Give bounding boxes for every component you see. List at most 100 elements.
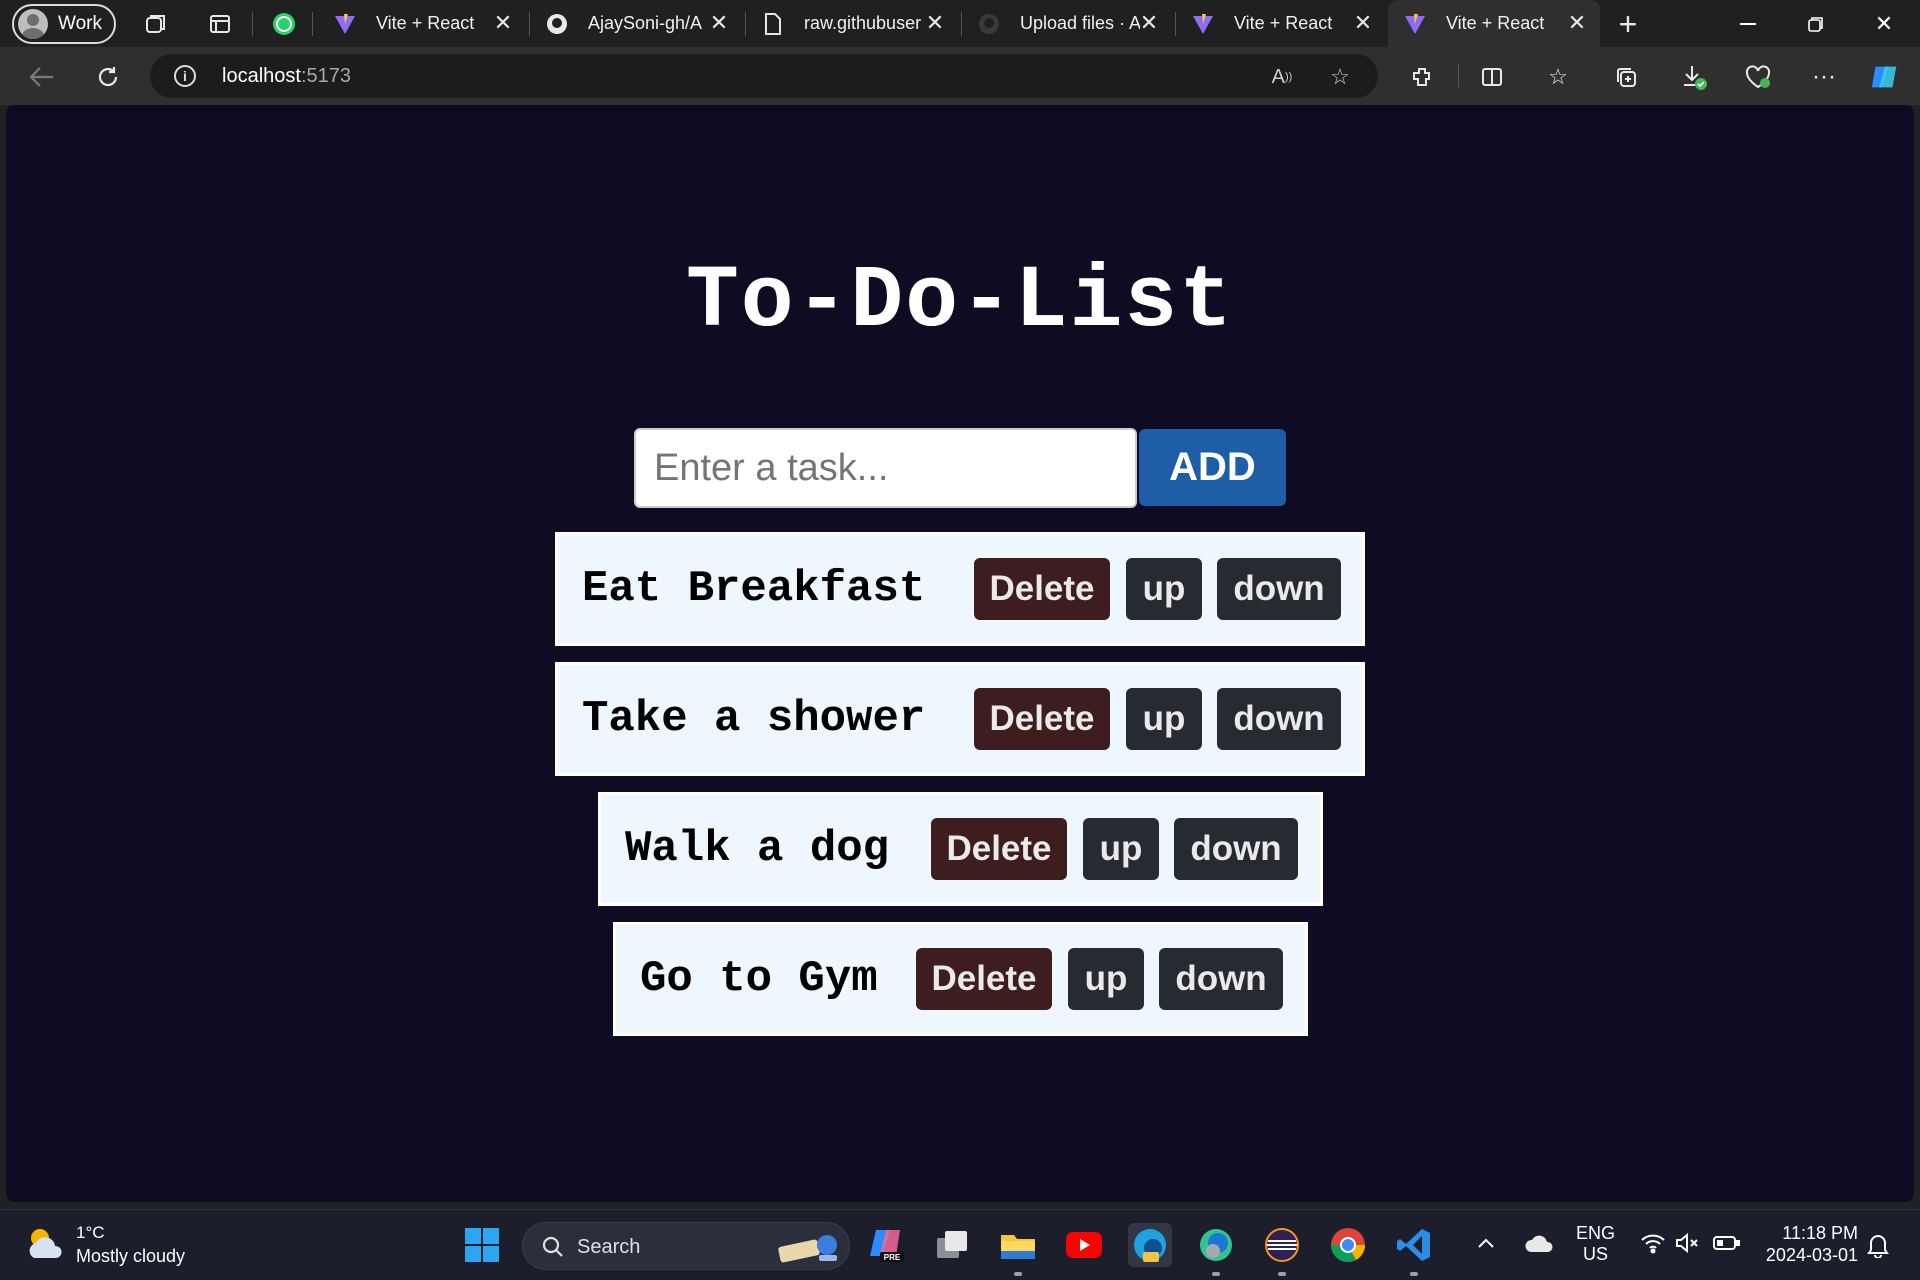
close-icon[interactable]: ✕ (924, 12, 946, 34)
region-code: US (1583, 1244, 1609, 1264)
vite-icon (1402, 11, 1428, 37)
task-text: Take a shower (582, 694, 926, 744)
windows-taskbar: 1°C Mostly cloudy Search PRE ENG US 11:1… (0, 1209, 1920, 1280)
tab-title: Upload files · A (1020, 13, 1140, 33)
restore-icon[interactable] (1784, 0, 1848, 47)
clock[interactable]: 11:18 PM 2024-03-01 (1758, 1222, 1858, 1266)
start-button[interactable] (460, 1223, 504, 1267)
tab-1[interactable]: Vite + React ✕ (318, 0, 526, 47)
favorites-icon[interactable]: ☆ (1542, 61, 1574, 93)
profile-button[interactable]: Work (12, 4, 116, 44)
browser-tab-strip: Work Vite + React ✕ AjaySoni-gh/A ✕ raw.… (0, 0, 1920, 47)
youtube-icon[interactable] (1062, 1223, 1106, 1267)
read-aloud-icon[interactable]: A)) (1268, 63, 1296, 91)
url-port: :5173 (300, 65, 351, 87)
task-item: Eat Breakfast Delete up down (555, 532, 1365, 646)
task-text: Go to Gym (640, 954, 878, 1004)
delete-button[interactable]: Delete (974, 558, 1110, 620)
search-label: Search (577, 1236, 641, 1258)
edge-dev-icon[interactable] (1128, 1223, 1172, 1267)
profile-label: Work (58, 13, 102, 34)
notifications-bell-icon[interactable] (1866, 1232, 1890, 1263)
refresh-icon[interactable] (90, 59, 126, 95)
taskbar-search[interactable]: Search (522, 1222, 850, 1270)
close-icon[interactable]: ✕ (492, 12, 514, 34)
search-icon (541, 1235, 565, 1265)
clock-time: 11:18 PM (1782, 1223, 1858, 1243)
split-screen-icon[interactable] (1476, 61, 1508, 93)
close-icon[interactable]: ✕ (1566, 12, 1588, 34)
close-icon[interactable]: ✕ (708, 12, 730, 34)
clock-date: 2024-03-01 (1765, 1245, 1858, 1265)
browser-toolbar: i localhost:5173 A)) ☆ ☆ ··· (0, 47, 1920, 105)
battery-icon[interactable] (1712, 1234, 1740, 1257)
tab-title: AjaySoni-gh/A (588, 13, 703, 33)
weather-temperature: 1°C (76, 1223, 105, 1242)
vite-icon (1190, 11, 1216, 37)
task-item: Walk a dog Delete up down (598, 792, 1323, 906)
task-input[interactable] (634, 428, 1137, 508)
task-item: Take a shower Delete up down (555, 662, 1365, 776)
browser-essentials-icon[interactable] (1742, 61, 1774, 93)
tab-6-active[interactable]: Vite + React ✕ (1388, 0, 1600, 47)
tab-4[interactable]: Upload files · A ✕ (962, 0, 1172, 47)
delete-button[interactable]: Delete (931, 818, 1067, 880)
move-down-button[interactable]: down (1159, 948, 1283, 1010)
move-down-button[interactable]: down (1174, 818, 1298, 880)
whatsapp-icon[interactable] (268, 8, 300, 40)
volume-muted-icon[interactable] (1674, 1232, 1700, 1259)
document-icon (760, 11, 786, 37)
site-info-icon[interactable]: i (174, 65, 196, 87)
task-view-icon[interactable] (930, 1223, 974, 1267)
wifi-icon[interactable] (1640, 1232, 1666, 1259)
page-title: To-Do-List (685, 253, 1235, 352)
delete-button[interactable]: Delete (974, 688, 1110, 750)
vite-icon (332, 11, 358, 37)
extensions-icon[interactable] (1406, 61, 1438, 93)
weather-condition: Mostly cloudy (76, 1246, 186, 1266)
close-icon[interactable]: ✕ (1138, 12, 1160, 34)
move-up-button[interactable]: up (1126, 688, 1202, 750)
move-up-button[interactable]: up (1068, 948, 1144, 1010)
more-options-icon[interactable]: ··· (1808, 61, 1840, 93)
task-text: Eat Breakfast (582, 564, 926, 614)
workspaces-icon[interactable] (140, 8, 172, 40)
copilot-pre-icon[interactable]: PRE (865, 1223, 909, 1267)
avatar-icon (18, 9, 48, 39)
tab-3[interactable]: raw.githubuser ✕ (746, 0, 958, 47)
favorite-star-icon[interactable]: ☆ (1326, 63, 1354, 91)
downloads-icon[interactable] (1678, 61, 1710, 93)
onedrive-cloud-icon[interactable] (1524, 1234, 1554, 1259)
address-bar[interactable]: i localhost:5173 A)) ☆ (150, 54, 1378, 98)
new-tab-icon[interactable]: + (1612, 6, 1644, 42)
delete-button[interactable]: Delete (916, 948, 1052, 1010)
eclipse-icon[interactable] (1260, 1223, 1304, 1276)
language-code: ENG (1576, 1223, 1616, 1243)
close-window-icon[interactable]: ✕ (1852, 0, 1916, 47)
tab-actions-icon[interactable] (204, 8, 236, 40)
chrome-icon[interactable] (1326, 1223, 1370, 1267)
tab-2[interactable]: AjaySoni-gh/A ✕ (530, 0, 742, 47)
move-down-button[interactable]: down (1217, 688, 1341, 750)
tab-5[interactable]: Vite + React ✕ (1176, 0, 1386, 47)
show-hidden-icons-chevron-icon[interactable] (1476, 1234, 1496, 1255)
edge-icon[interactable] (1194, 1223, 1238, 1276)
task-text: Walk a dog (625, 824, 890, 874)
move-up-button[interactable]: up (1083, 818, 1159, 880)
language-indicator[interactable]: ENG US (1576, 1223, 1615, 1265)
move-down-button[interactable]: down (1217, 558, 1341, 620)
close-icon[interactable]: ✕ (1352, 12, 1374, 34)
add-task-button[interactable]: ADD (1139, 429, 1286, 506)
back-icon[interactable] (24, 59, 60, 95)
vscode-icon[interactable] (1392, 1223, 1436, 1276)
file-explorer-icon[interactable] (996, 1223, 1040, 1276)
copilot-icon[interactable] (1868, 61, 1900, 93)
minimize-icon[interactable] (1716, 0, 1780, 47)
svg-text:PRE: PRE (884, 1253, 901, 1262)
github-icon (544, 11, 570, 37)
github-icon (976, 11, 1002, 37)
task-item: Go to Gym Delete up down (613, 922, 1308, 1036)
collections-icon[interactable] (1610, 61, 1642, 93)
cloudy-weather-icon (24, 1224, 68, 1269)
move-up-button[interactable]: up (1126, 558, 1202, 620)
